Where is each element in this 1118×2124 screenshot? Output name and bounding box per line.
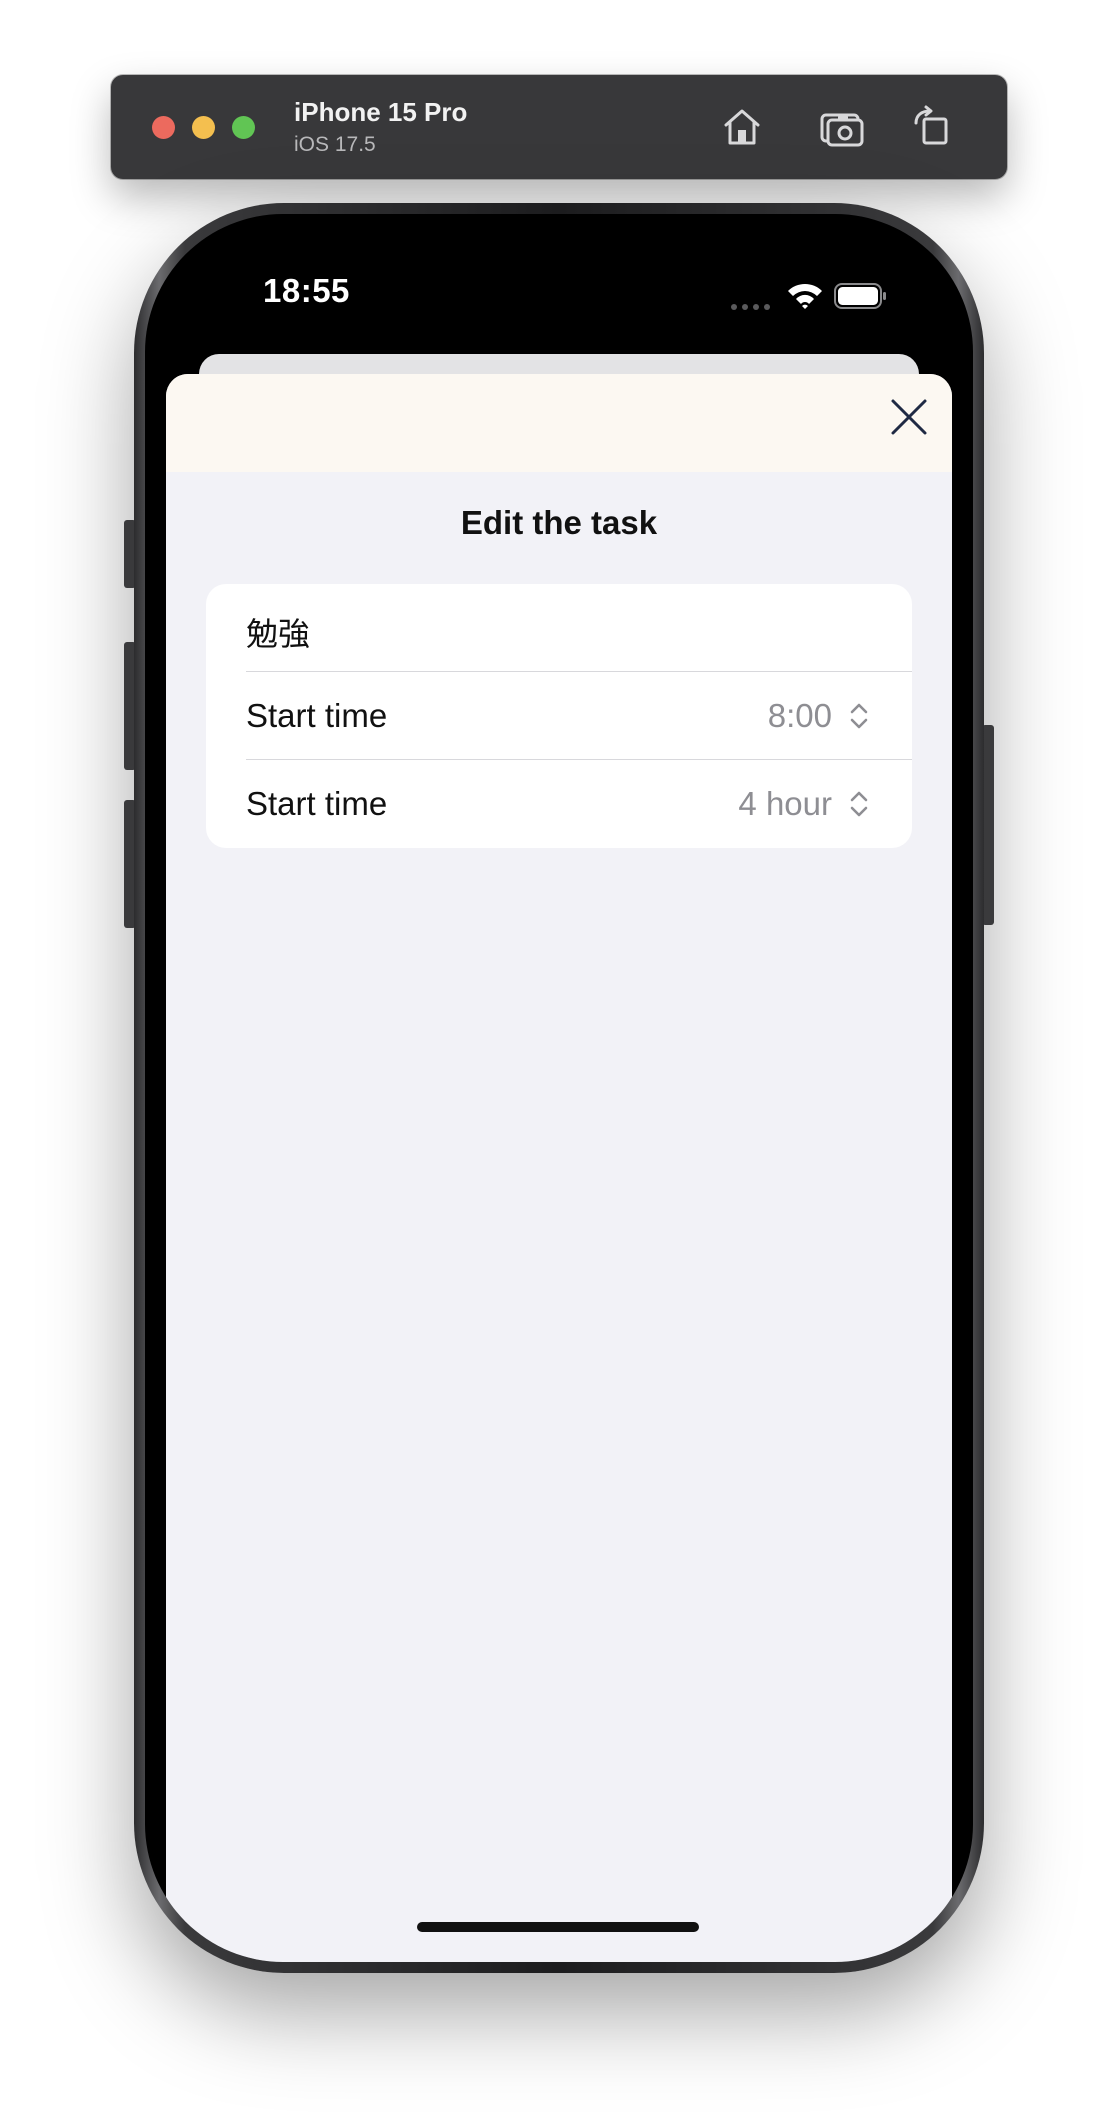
close-icon (891, 399, 927, 435)
duration-value[interactable]: 4 hour (738, 785, 832, 823)
task-name-value: 勉強 (246, 615, 311, 653)
battery-icon (834, 283, 886, 309)
sheet-title: Edit the task (460, 504, 658, 541)
duration-label: Start time (246, 785, 388, 822)
os-version: iOS 17.5 (294, 133, 376, 156)
window-zoom-button[interactable] (232, 116, 255, 139)
window-minimize-button[interactable] (192, 116, 215, 139)
rotate-icon[interactable] (908, 103, 956, 151)
task-name-field[interactable]: 勉強 (206, 584, 912, 672)
close-button[interactable] (886, 394, 932, 440)
device-name: iPhone 15 Pro (294, 97, 468, 127)
sheet-header (166, 374, 952, 472)
home-indicator[interactable] (417, 1922, 699, 1932)
home-icon[interactable] (718, 103, 766, 151)
cellular-signal-icon (731, 304, 770, 310)
start-time-label: Start time (246, 697, 388, 734)
chevron-up-down-icon (850, 703, 868, 729)
task-form: 勉強 Start time 8:00 Start time 4 hour (206, 584, 912, 848)
stage: iPhone 15 Pro iOS 17.5 18:55 Edit the ta… (0, 0, 1118, 2124)
start-time-value[interactable]: 8:00 (768, 697, 832, 735)
simulator-toolbar: iPhone 15 Pro iOS 17.5 (111, 75, 1007, 179)
duration-picker[interactable]: Start time 4 hour (206, 760, 912, 848)
device-screen: 18:55 Edit the task 勉強 Start time 8:00 S… (145, 214, 973, 1962)
wifi-icon (788, 283, 822, 309)
window-close-button[interactable] (152, 116, 175, 139)
edit-task-sheet: Edit the task 勉強 Start time 8:00 Start t… (166, 374, 952, 1962)
chevron-up-down-icon (850, 791, 868, 817)
screenshot-icon[interactable] (818, 103, 866, 151)
status-time: 18:55 (263, 272, 350, 309)
start-time-picker[interactable]: Start time 8:00 (206, 672, 912, 760)
